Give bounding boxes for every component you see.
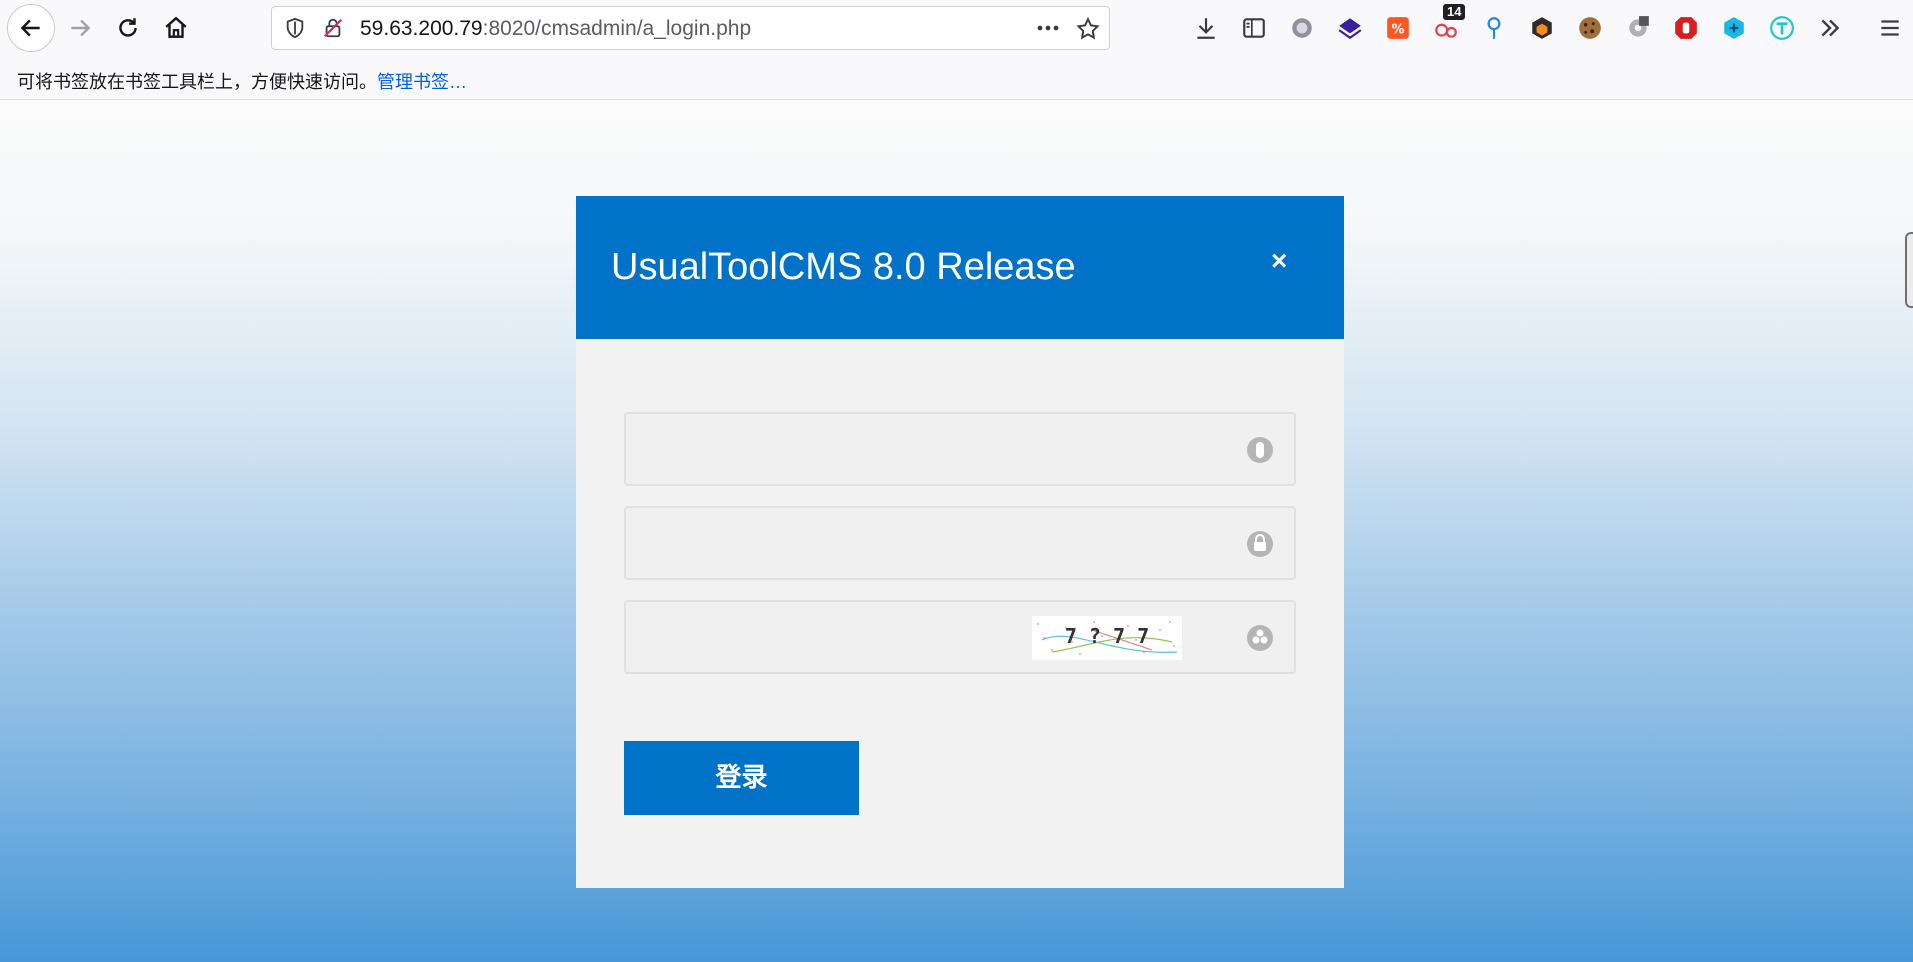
bookmarks-hint-text: 可将书签放在书签工具栏上，方便快速访问。 [17, 72, 377, 92]
tracking-shield-icon[interactable] [284, 17, 306, 39]
menu-hamburger-icon[interactable] [1876, 14, 1904, 42]
browser-toolbar: 59.63.200.79:8020/cmsadmin/a_login.php %… [0, 0, 1913, 56]
bookmarks-toolbar: 可将书签放在书签工具栏上，方便快速访问。管理书签… [0, 56, 1913, 100]
extension-cube-icon[interactable] [1720, 14, 1748, 42]
back-button[interactable] [7, 4, 55, 52]
extension-circle-icon[interactable] [1288, 14, 1316, 42]
library-icon[interactable] [1240, 14, 1268, 42]
captcha-input[interactable] [638, 612, 1018, 662]
url-path: :8020/cmsadmin/a_login.php [482, 17, 752, 40]
login-dialog-header: UsualToolCMS 8.0 Release × [576, 196, 1344, 339]
close-icon[interactable]: × [1271, 246, 1287, 276]
page-background: UsualToolCMS 8.0 Release × 7 ? 7 7 登录 [0, 100, 1913, 962]
scrollbar-thumb[interactable] [1905, 232, 1913, 308]
extension-pin-icon[interactable] [1480, 14, 1508, 42]
bookmark-star-icon[interactable] [1075, 16, 1101, 42]
user-icon [1247, 437, 1273, 463]
username-input[interactable] [638, 424, 1198, 474]
arrow-left-icon [20, 19, 40, 37]
svg-text:%: % [1391, 22, 1404, 37]
reload-icon [119, 18, 137, 37]
url-text[interactable]: 59.63.200.79:8020/cmsadmin/a_login.php [360, 17, 751, 41]
home-icon [165, 16, 187, 38]
captcha-refresh-icon[interactable] [1245, 623, 1275, 653]
captcha-field-wrapper: 7 ? 7 7 [624, 600, 1296, 674]
address-bar[interactable]: 59.63.200.79:8020/cmsadmin/a_login.php [271, 6, 1110, 50]
username-field-wrapper [624, 412, 1296, 486]
overflow-chevron-icon[interactable] [1816, 14, 1844, 42]
lock-icon [1247, 531, 1273, 557]
extension-hex-icon[interactable] [1528, 14, 1556, 42]
adblock-stop-icon[interactable] [1672, 14, 1700, 42]
page-actions-icon[interactable] [1034, 17, 1062, 39]
extension-layers-icon[interactable] [1336, 14, 1364, 42]
reload-button[interactable] [106, 6, 150, 50]
login-dialog: UsualToolCMS 8.0 Release × 7 ? 7 7 登录 [576, 196, 1344, 888]
forward-button[interactable] [58, 6, 102, 50]
captcha-image[interactable]: 7 ? 7 7 [1032, 616, 1182, 660]
extension-translate-icon[interactable]: % [1384, 14, 1412, 42]
manage-bookmarks-link[interactable]: 管理书签… [377, 72, 467, 92]
insecure-lock-icon[interactable] [322, 17, 344, 39]
login-dialog-title: UsualToolCMS 8.0 Release [611, 246, 1076, 288]
password-field-wrapper [624, 506, 1296, 580]
arrow-right-icon [71, 19, 91, 37]
cookie-icon[interactable] [1576, 14, 1604, 42]
bookmarks-hint: 可将书签放在书签工具栏上，方便快速访问。管理书签… [17, 68, 467, 94]
extension-badge: 14 [1443, 4, 1466, 20]
captcha-text: 7 ? 7 7 [1065, 624, 1149, 648]
downloads-icon[interactable] [1192, 14, 1220, 42]
login-button[interactable]: 登录 [624, 741, 859, 815]
password-input[interactable] [638, 518, 1198, 568]
extension-t-icon[interactable] [1768, 14, 1796, 42]
url-host: 59.63.200.79 [360, 17, 483, 40]
home-button[interactable] [154, 6, 198, 50]
extension-gear-icon[interactable] [1624, 14, 1652, 42]
